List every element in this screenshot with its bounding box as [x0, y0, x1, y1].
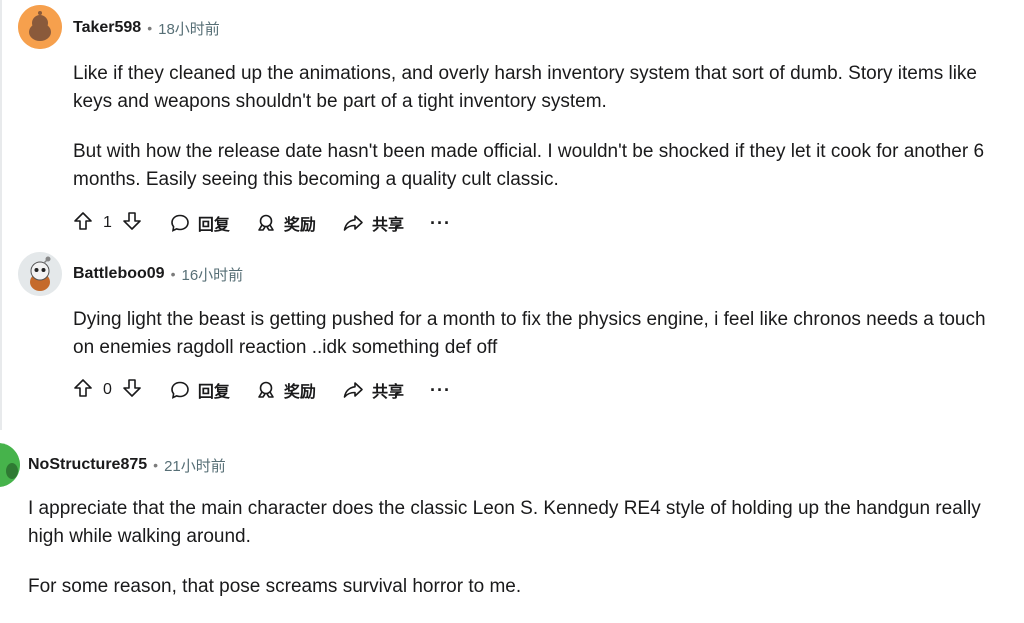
timestamp[interactable]: 21小时前 [164, 455, 226, 476]
share-button[interactable]: 共享 [342, 378, 404, 402]
more-options-button[interactable]: ··· [430, 213, 451, 234]
snoo-avatar-icon [0, 443, 20, 487]
reply-label: 回复 [197, 384, 230, 401]
reply-label: 回复 [197, 217, 230, 234]
upvote-icon [74, 378, 92, 397]
comment-paragraph: For some reason, that pose screams survi… [28, 576, 522, 597]
username[interactable]: Taker598 [73, 19, 141, 37]
downvote-button[interactable] [122, 378, 142, 403]
comment-body: Like if they cleaned up the animations, … [73, 60, 1003, 216]
upvote-icon [74, 211, 92, 230]
username[interactable]: Battleboo09 [73, 265, 165, 283]
comment-paragraph: But with how the release date hasn't bee… [73, 141, 985, 190]
share-icon [343, 215, 363, 231]
meta-separator: • [170, 266, 176, 282]
award-label: 奖励 [283, 384, 316, 401]
reply-button[interactable]: 回复 [170, 211, 230, 235]
share-button[interactable]: 共享 [342, 211, 404, 235]
upvote-button[interactable] [73, 378, 93, 403]
share-label: 共享 [371, 384, 404, 401]
comment-paragraph: Like if they cleaned up the animations, … [73, 63, 977, 112]
comment-paragraph: I appreciate that the main character doe… [28, 498, 981, 547]
vote-count: 1 [103, 214, 112, 231]
downvote-icon [123, 211, 141, 230]
meta-separator: • [147, 20, 153, 36]
award-button[interactable]: 奖励 [256, 211, 316, 235]
award-icon [258, 381, 274, 398]
reply-button[interactable]: 回复 [170, 378, 230, 402]
award-label: 奖励 [283, 217, 316, 234]
timestamp[interactable]: 18小时前 [158, 18, 220, 39]
vote-group: 1 [73, 211, 142, 236]
comment-actions: 0 回复 奖励 共享 ··· [73, 375, 451, 405]
comment-actions: 1 回复 奖励 共享 ··· [73, 208, 451, 238]
username[interactable]: NoStructure875 [28, 456, 147, 474]
avatar[interactable] [18, 5, 62, 49]
meta-separator: • [153, 457, 159, 473]
avatar[interactable] [18, 252, 62, 296]
award-icon [258, 214, 274, 231]
upvote-button[interactable] [73, 211, 93, 236]
share-label: 共享 [371, 217, 404, 234]
snoo-avatar-icon [18, 5, 62, 49]
comment-body: I appreciate that the main character doe… [28, 495, 988, 623]
comment-paragraph: Dying light the beast is getting pushed … [73, 309, 986, 358]
more-options-button[interactable]: ··· [430, 380, 451, 401]
downvote-icon [123, 378, 141, 397]
thread-line [0, 0, 2, 430]
comment-body: Dying light the beast is getting pushed … [73, 306, 1003, 384]
snoo-avatar-icon [18, 252, 62, 296]
downvote-button[interactable] [122, 211, 142, 236]
vote-count: 0 [103, 381, 112, 398]
avatar[interactable] [0, 443, 20, 487]
timestamp[interactable]: 16小时前 [181, 264, 243, 285]
vote-group: 0 [73, 378, 142, 403]
award-button[interactable]: 奖励 [256, 378, 316, 402]
share-icon [343, 382, 363, 398]
comment-bubble-icon [171, 214, 189, 232]
comment-bubble-icon [171, 381, 189, 399]
